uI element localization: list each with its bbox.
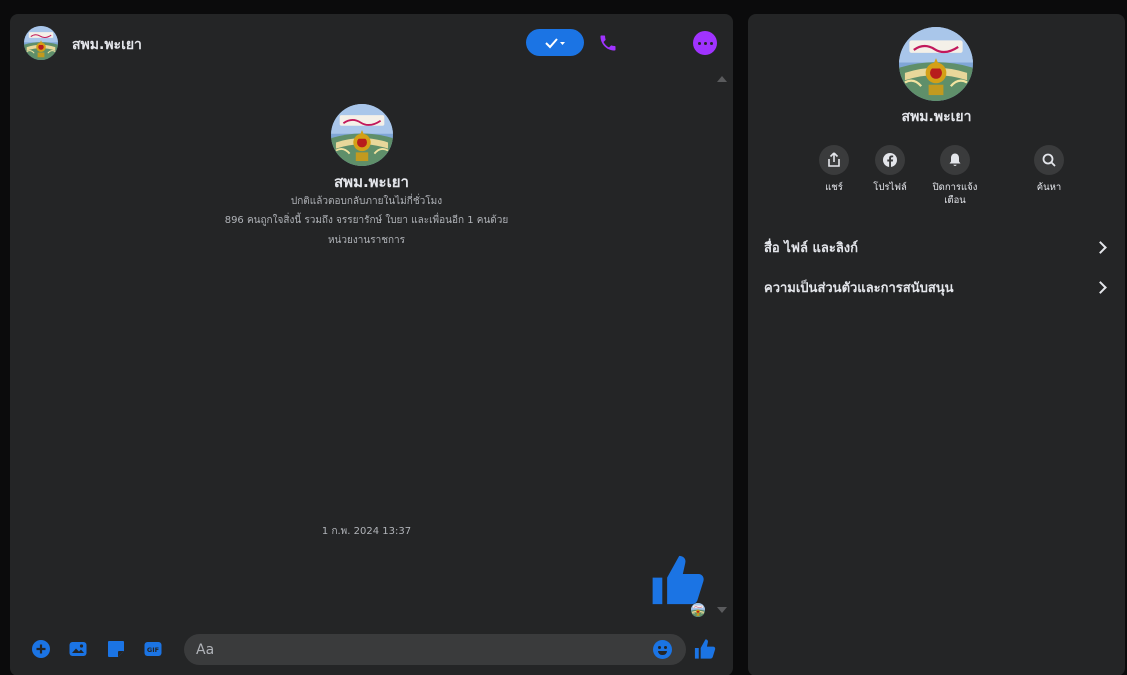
gif-label: GIF <box>147 646 159 654</box>
sent-like-icon[interactable] <box>647 551 709 609</box>
sticker-icon[interactable] <box>106 639 126 659</box>
add-circle-icon[interactable] <box>31 639 51 659</box>
share-icon <box>828 152 840 167</box>
dot-icon <box>697 41 701 45</box>
profile-label: โปรไฟล์ <box>873 182 907 193</box>
search-label: ค้นหา <box>1036 182 1062 193</box>
profile-name[interactable]: สพม.พะเยา <box>748 106 1125 128</box>
media-files-links-row[interactable]: สื่อ ไฟล์ และลิงก์ <box>764 233 1109 261</box>
audio-call-button[interactable] <box>594 29 622 57</box>
scroll-down-arrow[interactable] <box>717 607 727 613</box>
conversation-info-button[interactable] <box>693 31 717 55</box>
emoji-icon[interactable] <box>653 640 672 659</box>
bell-icon <box>949 153 961 167</box>
chevron-right-icon <box>1094 240 1107 254</box>
chat-title[interactable]: สพม.พะเยา <box>72 34 142 56</box>
mute-label: ปิดการแจ้งเตือน <box>932 182 978 206</box>
search-action[interactable]: ค้นหา <box>1014 145 1084 194</box>
read-receipt-avatar <box>691 603 705 617</box>
facebook-icon <box>883 153 897 167</box>
likes-note: 896 คนถูกใจสิ่งนี้ รวมถึง จรรยารักษ์ ใบย… <box>224 215 509 226</box>
intro-avatar[interactable] <box>331 104 393 166</box>
chat-avatar[interactable] <box>24 26 58 60</box>
dot-icon <box>709 41 713 45</box>
profile-action[interactable]: โปรไฟล์ <box>855 145 925 194</box>
gif-icon[interactable]: GIF <box>143 639 163 659</box>
phone-icon <box>600 35 616 51</box>
privacy-support-label: ความเป็นส่วนตัวและการสนับสนุน <box>764 280 954 296</box>
chat-panel: สพม.พะเยา สพม.พะเยา ปกติแล้วตอบกลับภายใน… <box>10 14 733 675</box>
page-category: หน่วยงานราชการ <box>327 235 406 246</box>
composer: GIF <box>10 632 733 672</box>
scroll-up-arrow[interactable] <box>717 76 727 82</box>
chevron-right-icon <box>1094 280 1107 294</box>
mute-action[interactable]: ปิดการแจ้งเตือน <box>920 145 990 207</box>
response-time-note: ปกติแล้วตอบกลับภายในไม่กี่ชั่วโมง <box>290 196 443 207</box>
privacy-support-row[interactable]: ความเป็นส่วนตัวและการสนับสนุน <box>764 273 1109 301</box>
dot-icon <box>703 41 707 45</box>
search-icon <box>1042 153 1056 167</box>
media-files-links-label: สื่อ ไฟล์ และลิงก์ <box>764 240 859 256</box>
image-icon[interactable] <box>68 639 88 659</box>
profile-avatar[interactable] <box>899 27 973 101</box>
conversation-details-panel: สพม.พะเยา แชร์ โปรไฟล์ ปิดการแจ้งเตือน ค… <box>748 14 1125 675</box>
message-input[interactable] <box>184 634 686 665</box>
chat-header: สพม.พะเยา <box>10 14 733 70</box>
verify-button[interactable] <box>526 29 584 56</box>
message-timestamp: 1 ก.พ. 2024 13:37 <box>321 526 412 537</box>
like-send-icon[interactable] <box>693 637 717 661</box>
intro-name[interactable]: สพม.พะเยา <box>10 170 733 194</box>
check-dropdown-icon <box>545 37 565 48</box>
